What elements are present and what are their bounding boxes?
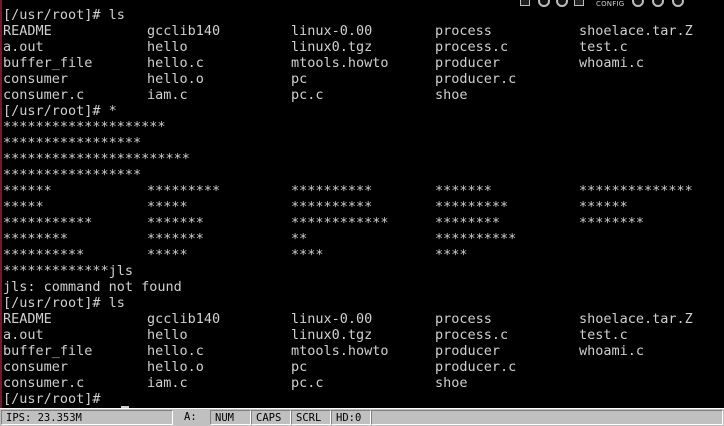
terminal-text: *********************** [3, 151, 190, 167]
file-entry: **** [435, 247, 468, 263]
file-entry: linux0.tgz [291, 39, 373, 55]
mouse-icon[interactable] [556, 0, 568, 7]
file-entry: process.c [435, 39, 509, 55]
file-entry: buffer_file [3, 343, 93, 359]
file-entry: ******** [3, 231, 69, 247]
file-entry: pc.c [291, 375, 324, 391]
file-entry: whoami.c [579, 343, 645, 359]
config-label[interactable]: CONFIG [596, 0, 624, 8]
file-entry: shoelace.tar.Z [579, 23, 693, 39]
file-entry: linux-0.00 [291, 311, 373, 327]
file-entry: a.out [3, 327, 44, 343]
cdrom-icon[interactable] [538, 0, 550, 7]
file-entry: ****** [579, 199, 628, 215]
file-entry: a.out [3, 39, 44, 55]
file-entry: hello.c [147, 343, 204, 359]
file-entry: ** [291, 231, 308, 247]
file-entry: hello.c [147, 55, 204, 71]
file-entry: process [435, 23, 492, 39]
terminal-text: ******************** [3, 119, 166, 135]
hard-disk-indicator: HD:0 [331, 410, 371, 425]
file-entry: buffer_file [3, 55, 93, 71]
terminal-text: ***************** [3, 167, 142, 183]
file-entry: gcclib140 [147, 23, 221, 39]
terminal-text: jls: command not found [3, 279, 182, 295]
file-entry: consumer.c [3, 87, 85, 103]
file-entry: producer [435, 55, 501, 71]
file-entry: pc.c [291, 87, 324, 103]
file-entry: ******** [435, 215, 501, 231]
file-entry: **** [291, 247, 324, 263]
num-lock-indicator: NUM [210, 410, 251, 425]
terminal-text: ***************** [3, 135, 142, 151]
user-icon[interactable] [574, 0, 584, 6]
reset-icon[interactable] [632, 0, 644, 7]
file-entry: linux0.tgz [291, 327, 373, 343]
file-entry: *********** [3, 215, 93, 231]
file-entry: process [435, 311, 492, 327]
file-entry: mtools.howto [291, 55, 389, 71]
file-entry: ************ [291, 215, 389, 231]
file-entry: ****** [3, 183, 52, 199]
file-entry: consumer [3, 71, 69, 87]
terminal-text: *************jls [3, 263, 134, 279]
file-entry: consumer [3, 359, 69, 375]
file-entry: producer [435, 343, 501, 359]
terminal-screen[interactable]: CONFIG [/usr/root]# ls README gcclib140 lin… [0, 0, 724, 408]
status-spacer [371, 410, 723, 425]
file-entry: producer.c [435, 71, 517, 87]
file-entry: test.c [579, 39, 628, 55]
file-entry: ******* [147, 231, 204, 247]
file-entry: process.c [435, 327, 509, 343]
file-entry: README [3, 311, 52, 327]
window-edge [0, 0, 2, 408]
file-entry: whoami.c [579, 55, 645, 71]
file-entry: iam.c [147, 87, 188, 103]
terminal-text: [/usr/root]# ls [3, 7, 125, 23]
file-entry: pc [291, 359, 308, 375]
file-entry: hello.o [147, 71, 204, 87]
file-entry: hello [147, 327, 188, 343]
file-entry: ******* [147, 215, 204, 231]
floppy-icon[interactable] [520, 0, 530, 6]
file-entry: shoe [435, 87, 468, 103]
file-entry: ********** [435, 231, 517, 247]
file-entry: ********** [291, 199, 373, 215]
file-entry: linux-0.00 [291, 23, 373, 39]
ips-indicator: IPS: 23.353M [1, 410, 173, 425]
file-entry: ********** [3, 247, 85, 263]
terminal-text: [/usr/root]# * [3, 103, 117, 119]
file-entry: ***** [147, 247, 188, 263]
file-entry: hello.o [147, 359, 204, 375]
toolbar-strip: CONFIG [520, 0, 724, 9]
file-entry: pc [291, 71, 308, 87]
file-entry: ******** [579, 215, 645, 231]
file-entry: shoelace.tar.Z [579, 311, 693, 327]
suspend-icon[interactable] [652, 0, 664, 7]
power-icon[interactable] [672, 0, 684, 7]
file-entry: ***** [3, 199, 44, 215]
status-bar: IPS: 23.353M A: NUM CAPS SCRL HD:0 [0, 408, 724, 426]
file-entry: hello [147, 39, 188, 55]
file-entry: ********* [435, 199, 509, 215]
drive-a-indicator: A: [184, 411, 197, 423]
file-entry: shoe [435, 375, 468, 391]
file-entry: mtools.howto [291, 343, 389, 359]
file-entry: producer.c [435, 359, 517, 375]
file-entry: ***** [147, 199, 188, 215]
file-entry: ************** [579, 183, 693, 199]
scroll-lock-indicator: SCRL [291, 410, 331, 425]
terminal-text: [/usr/root]# ls [3, 295, 125, 311]
file-entry: iam.c [147, 375, 188, 391]
file-entry: consumer.c [3, 375, 85, 391]
terminal-text: [/usr/root]# [3, 391, 109, 407]
file-entry: README [3, 23, 52, 39]
file-entry: test.c [579, 327, 628, 343]
caps-lock-indicator: CAPS [251, 410, 291, 425]
file-entry: gcclib140 [147, 311, 221, 327]
file-entry: ******* [435, 183, 492, 199]
file-entry: ********* [147, 183, 221, 199]
file-entry: ********** [291, 183, 373, 199]
